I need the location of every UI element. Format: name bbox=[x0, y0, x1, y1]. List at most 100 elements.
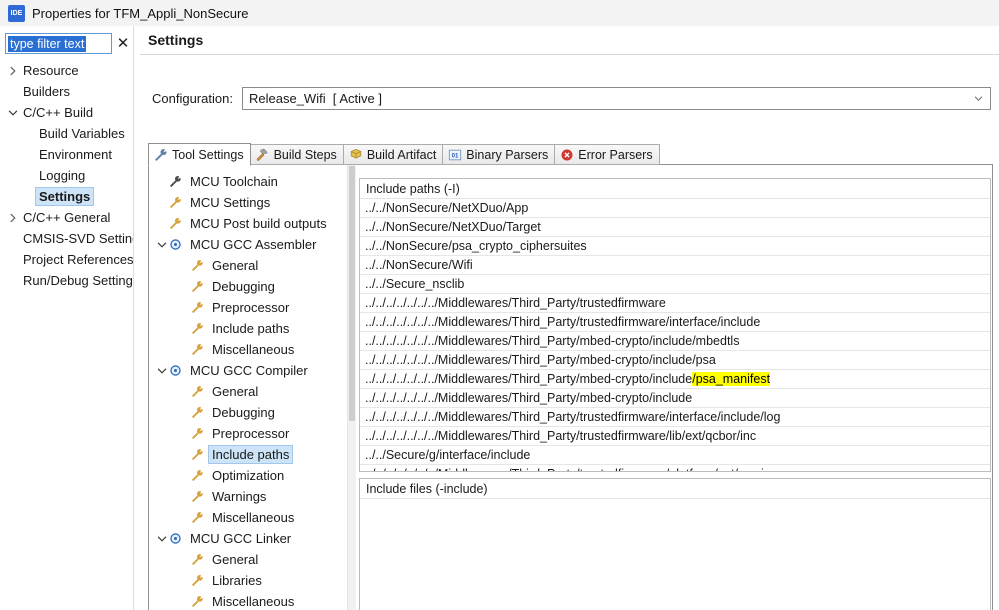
include-path-row[interactable]: ../../NonSecure/Wifi bbox=[360, 256, 990, 275]
tab-error-parsers[interactable]: Error Parsers bbox=[554, 144, 659, 165]
sidebar-item-label: C/C++ Build bbox=[20, 104, 96, 121]
expander-spacer bbox=[177, 595, 191, 609]
tool-tree-item-mcu-settings[interactable]: MCU Settings bbox=[149, 192, 347, 213]
sidebar-item-label: Environment bbox=[36, 146, 115, 163]
filter-input[interactable]: type filter text bbox=[5, 33, 112, 54]
tool-tree-item-preprocessor[interactable]: Preprocessor bbox=[149, 423, 347, 444]
include-path-text: ../../../../../../../Middlewares/Third_P… bbox=[365, 372, 692, 386]
tool-tree-item-preprocessor[interactable]: Preprocessor bbox=[149, 297, 347, 318]
sidebar-item-run-debug-settings[interactable]: Run/Debug Settings bbox=[0, 270, 133, 291]
tool-tree-item-debugging[interactable]: Debugging bbox=[149, 276, 347, 297]
include-path-text: ../../NonSecure/Wifi bbox=[365, 258, 473, 272]
sidebar-item-logging[interactable]: Logging bbox=[0, 165, 133, 186]
include-path-row[interactable]: ../../NonSecure/NetXDuo/Target bbox=[360, 218, 990, 237]
tool-tree-item-general[interactable]: General bbox=[149, 255, 347, 276]
include-path-row[interactable]: ../../NonSecure/psa_crypto_ciphersuites bbox=[360, 237, 990, 256]
tab-tool-settings[interactable]: Tool Settings bbox=[148, 143, 251, 166]
tool-tree-item-miscellaneous[interactable]: Miscellaneous bbox=[149, 591, 347, 610]
sidebar-item-resource[interactable]: Resource bbox=[0, 60, 133, 81]
include-files-list[interactable] bbox=[360, 499, 990, 610]
sidebar-item-cmsis-svd-settings[interactable]: CMSIS-SVD Settings bbox=[0, 228, 133, 249]
tool-tree-item-mcu-toolchain[interactable]: MCU Toolchain bbox=[149, 171, 347, 192]
include-path-text: ../../../../../../../Middlewares/Third_P… bbox=[365, 467, 770, 472]
include-path-row[interactable]: ../../../../../../../Middlewares/Third_P… bbox=[360, 370, 990, 389]
sidebar-item-builders[interactable]: Builders bbox=[0, 81, 133, 102]
tab-binary-parsers[interactable]: 01 Binary Parsers bbox=[442, 144, 555, 165]
tool-tree-item-label: MCU Toolchain bbox=[187, 173, 281, 190]
expander-spacer bbox=[6, 85, 20, 99]
page-title: Settings bbox=[148, 32, 203, 48]
tool-tree-item-warnings[interactable]: Warnings bbox=[149, 486, 347, 507]
wrench-gold-icon bbox=[191, 301, 204, 314]
tool-tree-item-label: Include paths bbox=[209, 320, 292, 337]
configuration-combobox[interactable]: Release_Wifi [ Active ] bbox=[242, 87, 991, 110]
include-path-text: ../../NonSecure/NetXDuo/Target bbox=[365, 220, 541, 234]
include-files-group: Include files (-include) bbox=[359, 478, 991, 610]
sidebar-item-c-c-build[interactable]: C/C++ Build bbox=[0, 102, 133, 123]
sidebar-item-settings[interactable]: Settings bbox=[0, 186, 133, 207]
properties-window: IDE Properties for TFM_Appli_NonSecure t… bbox=[0, 0, 999, 610]
tool-tree-item-include-paths[interactable]: Include paths bbox=[149, 444, 347, 465]
error-parsers-icon bbox=[560, 148, 574, 162]
tab-build-steps[interactable]: Build Steps bbox=[250, 144, 344, 165]
scrollbar-thumb[interactable] bbox=[349, 166, 355, 421]
chevron-down-icon[interactable] bbox=[155, 364, 169, 378]
chevron-right-icon[interactable] bbox=[6, 211, 20, 225]
tab-label: Tool Settings bbox=[172, 148, 244, 162]
filter-row: type filter text ✕ bbox=[5, 33, 130, 54]
tool-tree-item-miscellaneous[interactable]: Miscellaneous bbox=[149, 339, 347, 360]
tab-label: Error Parsers bbox=[578, 148, 652, 162]
include-path-row[interactable]: ../../Secure_nsclib bbox=[360, 275, 990, 294]
svg-text:01: 01 bbox=[452, 152, 459, 159]
include-path-row[interactable]: ../../../../../../../Middlewares/Third_P… bbox=[360, 408, 990, 427]
expander-spacer bbox=[6, 274, 20, 288]
include-path-row[interactable]: ../../../../../../../Middlewares/Third_P… bbox=[360, 351, 990, 370]
include-path-row[interactable]: ../../Secure/g/interface/include bbox=[360, 446, 990, 465]
expander-spacer bbox=[6, 253, 20, 267]
include-paths-list[interactable]: ../../NonSecure/NetXDuo/App ../../NonSecu… bbox=[360, 199, 990, 472]
sidebar-item-c-c-general[interactable]: C/C++ General bbox=[0, 207, 133, 228]
include-path-row[interactable]: ../../../../../../../Middlewares/Third_P… bbox=[360, 465, 990, 472]
tool-tree-item-debugging[interactable]: Debugging bbox=[149, 402, 347, 423]
tool-tree-item-label: Preprocessor bbox=[209, 299, 292, 316]
sidebar-item-build-variables[interactable]: Build Variables bbox=[0, 123, 133, 144]
tool-tree-item-label: Libraries bbox=[209, 572, 265, 589]
sidebar-item-project-references[interactable]: Project References bbox=[0, 249, 133, 270]
tool-tree-item-mcu-gcc-compiler[interactable]: MCU GCC Compiler bbox=[149, 360, 347, 381]
tool-tree-item-mcu-gcc-linker[interactable]: MCU GCC Linker bbox=[149, 528, 347, 549]
wrench-dark-icon bbox=[169, 175, 182, 188]
chevron-down-icon[interactable] bbox=[155, 238, 169, 252]
include-path-row[interactable]: ../../../../../../../Middlewares/Third_P… bbox=[360, 427, 990, 446]
include-path-text: ../../../../../../../Middlewares/Third_P… bbox=[365, 410, 780, 424]
tool-tree-item-optimization[interactable]: Optimization bbox=[149, 465, 347, 486]
include-path-row[interactable]: ../../../../../../../Middlewares/Third_P… bbox=[360, 313, 990, 332]
include-path-row[interactable]: ../../../../../../../Middlewares/Third_P… bbox=[360, 332, 990, 351]
tool-tree-item-include-paths[interactable]: Include paths bbox=[149, 318, 347, 339]
sidebar-item-environment[interactable]: Environment bbox=[0, 144, 133, 165]
tool-tree-item-label: General bbox=[209, 383, 261, 400]
tool-tree-item-miscellaneous[interactable]: Miscellaneous bbox=[149, 507, 347, 528]
tool-tree-item-general[interactable]: General bbox=[149, 549, 347, 570]
configuration-label: Configuration: bbox=[152, 91, 242, 106]
include-path-text: ../../Secure_nsclib bbox=[365, 277, 464, 291]
splitter[interactable] bbox=[133, 26, 134, 610]
chevron-down-icon[interactable] bbox=[6, 106, 20, 120]
include-files-title: Include files (-include) bbox=[360, 479, 990, 499]
tab-build-artifact[interactable]: Build Artifact bbox=[343, 144, 443, 165]
tool-tree-item-mcu-post-build-outputs[interactable]: MCU Post build outputs bbox=[149, 213, 347, 234]
tool-tree-item-general[interactable]: General bbox=[149, 381, 347, 402]
chevron-down-icon[interactable] bbox=[155, 532, 169, 546]
sidebar-item-label: Run/Debug Settings bbox=[20, 272, 133, 289]
include-path-row[interactable]: ../../NonSecure/NetXDuo/App bbox=[360, 199, 990, 218]
tab-label: Binary Parsers bbox=[466, 148, 548, 162]
expander-spacer bbox=[177, 490, 191, 504]
tool-tree-item-mcu-gcc-assembler[interactable]: MCU GCC Assembler bbox=[149, 234, 347, 255]
include-path-row[interactable]: ../../../../../../../Middlewares/Third_P… bbox=[360, 389, 990, 408]
chevron-right-icon[interactable] bbox=[6, 64, 20, 78]
clear-filter-icon[interactable]: ✕ bbox=[116, 37, 130, 51]
tool-tree-scrollbar[interactable] bbox=[347, 165, 356, 610]
tool-tree-item-libraries[interactable]: Libraries bbox=[149, 570, 347, 591]
include-path-row[interactable]: ../../../../../../../Middlewares/Third_P… bbox=[360, 294, 990, 313]
include-path-text: ../../../../../../../Middlewares/Third_P… bbox=[365, 315, 760, 329]
expander-spacer bbox=[177, 553, 191, 567]
